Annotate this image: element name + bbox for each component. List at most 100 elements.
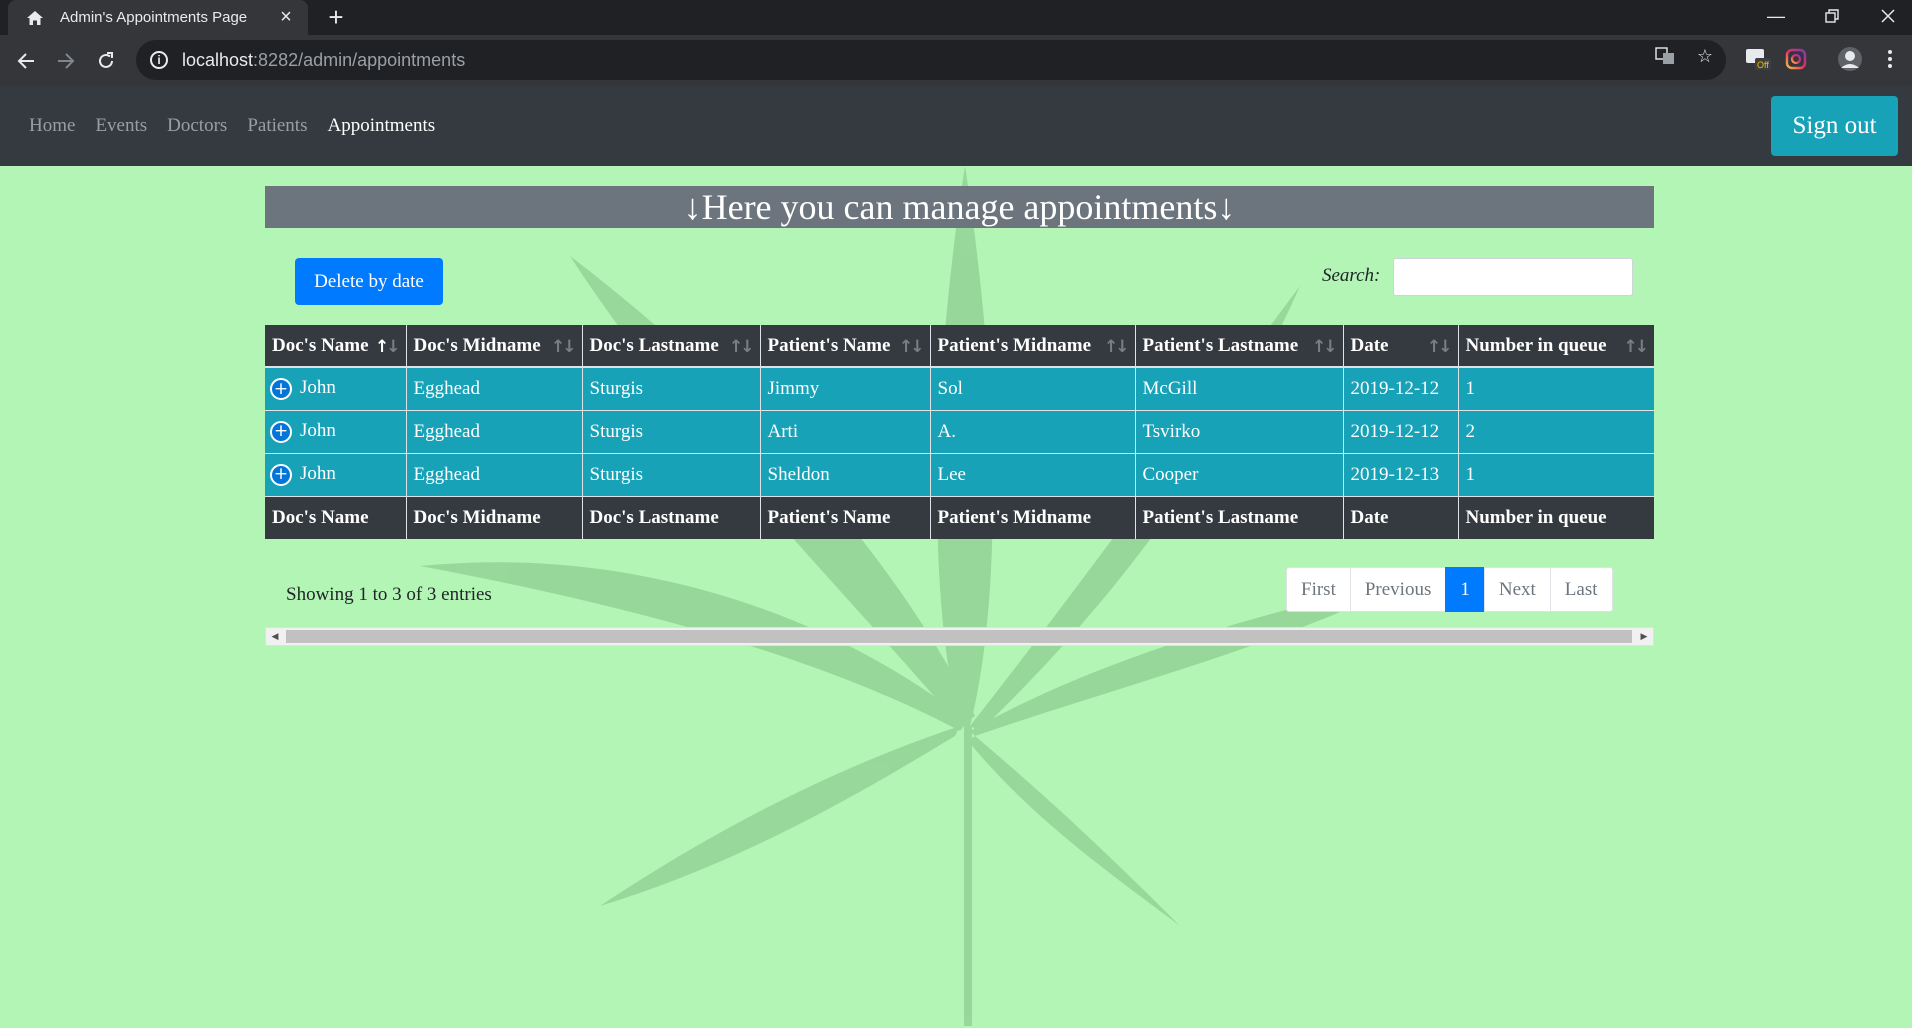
nav-events[interactable]: Events	[95, 115, 147, 137]
cell: 2	[1457, 409, 1654, 453]
pager-page-1[interactable]: 1	[1445, 567, 1485, 612]
column-header[interactable]: Date ↑↓	[1342, 325, 1458, 368]
pager-first[interactable]: First	[1286, 567, 1351, 612]
scroll-right-icon[interactable]: ▶	[1636, 629, 1652, 644]
cell: Sheldon	[759, 452, 930, 496]
cell: John	[300, 377, 336, 399]
footer-header: Date	[1342, 495, 1458, 539]
pager-next[interactable]: Next	[1483, 567, 1551, 612]
cell: Arti	[759, 409, 930, 453]
browser-tab-strip: Admin's Appointments Page × + —	[0, 0, 1912, 35]
column-header[interactable]: Patient's Lastname ↑↓	[1134, 325, 1343, 368]
app-navbar: Home Events Doctors Patients Appointment…	[0, 86, 1912, 166]
url-path: :8282/admin/appointments	[253, 49, 466, 70]
cell: McGill	[1134, 366, 1343, 410]
column-header[interactable]: Patient's Midname ↑↓	[929, 325, 1135, 368]
cell: 2019-12-12	[1342, 366, 1458, 410]
cell: Egghead	[405, 409, 582, 453]
column-header[interactable]: Doc's Name ↑↓	[265, 325, 406, 368]
nav-appointments[interactable]: Appointments	[327, 115, 435, 137]
sort-icon: ↑↓	[1427, 337, 1452, 357]
restore-icon[interactable]	[1804, 0, 1860, 32]
minimize-icon[interactable]: —	[1748, 0, 1804, 32]
profile-avatar-icon[interactable]	[1836, 45, 1864, 73]
entries-info: Showing 1 to 3 of 3 entries	[286, 584, 492, 605]
sort-icon: ↑↓	[899, 337, 924, 357]
nav-patients[interactable]: Patients	[247, 115, 307, 137]
table-row[interactable]: + John Egghead Sturgis Arti A. Tsvirko 20…	[265, 409, 1654, 453]
forward-icon[interactable]	[50, 45, 82, 77]
expand-row-icon[interactable]: +	[270, 420, 292, 443]
table-header-row: Doc's Name ↑↓ Doc's Midname ↑↓ Doc's Lastn…	[265, 325, 1654, 368]
delete-by-date-button[interactable]: Delete by date	[295, 258, 443, 305]
column-header[interactable]: Patient's Name ↑↓	[759, 325, 930, 368]
browser-menu-icon[interactable]	[1876, 45, 1904, 73]
reload-icon[interactable]	[90, 45, 122, 77]
expand-row-icon[interactable]: +	[270, 378, 292, 401]
column-header[interactable]: Doc's Midname ↑↓	[405, 325, 582, 368]
footer-header: Patient's Midname	[929, 495, 1135, 539]
cell: Egghead	[405, 452, 582, 496]
cell: Sol	[929, 366, 1135, 410]
appointments-table: Doc's Name ↑↓ Doc's Midname ↑↓ Doc's Lastn…	[265, 325, 1654, 539]
page-banner: ↓Here you can manage appointments↓	[265, 186, 1654, 228]
bookmark-star-icon[interactable]: ☆	[1692, 43, 1718, 69]
cell: Sturgis	[581, 366, 760, 410]
search-input[interactable]	[1393, 258, 1633, 296]
cell: Sturgis	[581, 409, 760, 453]
cell: 2019-12-12	[1342, 409, 1458, 453]
sort-icon: ↑↓	[551, 337, 576, 357]
cell: 1	[1457, 452, 1654, 496]
browser-tab[interactable]: Admin's Appointments Page ×	[8, 0, 308, 35]
pagination: First Previous 1 Next Last	[1286, 567, 1613, 612]
footer-header: Patient's Lastname	[1134, 495, 1343, 539]
browser-toolbar: i localhost:8282/admin/appointments ☆ Of…	[0, 35, 1912, 86]
pager-previous[interactable]: Previous	[1349, 567, 1447, 612]
nav-home[interactable]: Home	[29, 115, 75, 137]
table-row[interactable]: + John Egghead Sturgis Sheldon Lee Cooper…	[265, 452, 1654, 496]
table-footer-row: Doc's Name Doc's Midname Doc's Lastname …	[265, 495, 1654, 539]
footer-header: Patient's Name	[759, 495, 930, 539]
footer-header: Doc's Midname	[405, 495, 582, 539]
cell: Tsvirko	[1134, 409, 1343, 453]
scroll-left-icon[interactable]: ◀	[267, 629, 283, 644]
nav-links: Home Events Doctors Patients Appointment…	[29, 86, 435, 166]
sort-icon: ↑↓	[1623, 337, 1649, 357]
sign-out-button[interactable]: Sign out	[1771, 96, 1898, 156]
extension-off-icon[interactable]: Off	[1744, 45, 1772, 73]
footer-header: Doc's Name	[265, 495, 406, 539]
footer-header: Number in queue	[1457, 495, 1654, 539]
pager-last[interactable]: Last	[1549, 567, 1613, 612]
horizontal-scrollbar[interactable]: ◀ ▶	[265, 627, 1654, 646]
nav-doctors[interactable]: Doctors	[167, 115, 227, 137]
address-bar[interactable]: i localhost:8282/admin/appointments	[136, 40, 1726, 80]
footer-header: Doc's Lastname	[581, 495, 760, 539]
home-icon	[24, 10, 46, 26]
back-icon[interactable]	[10, 45, 42, 77]
cell: John	[300, 463, 336, 485]
cell: John	[300, 420, 336, 442]
sort-ascending-icon: ↑↓	[375, 337, 400, 357]
column-header[interactable]: Doc's Lastname ↑↓	[581, 325, 760, 368]
column-header[interactable]: Number in queue ↑↓	[1457, 325, 1654, 368]
cell: Sturgis	[581, 452, 760, 496]
table-row[interactable]: + John Egghead Sturgis Jimmy Sol McGill 2…	[265, 366, 1654, 410]
new-tab-icon[interactable]: +	[322, 2, 350, 32]
cell: 1	[1457, 366, 1654, 410]
url-host: localhost	[182, 49, 254, 70]
cell: Egghead	[405, 366, 582, 410]
cell: Lee	[929, 452, 1135, 496]
sort-icon: ↑↓	[1312, 337, 1337, 357]
sort-icon: ↑↓	[1104, 337, 1129, 357]
extension-badge: Off	[1757, 60, 1769, 70]
close-window-icon[interactable]	[1860, 0, 1912, 32]
site-info-icon[interactable]: i	[150, 51, 168, 69]
close-tab-icon[interactable]: ×	[276, 6, 296, 28]
instagram-icon[interactable]	[1782, 45, 1810, 73]
cell: 2019-12-13	[1342, 452, 1458, 496]
expand-row-icon[interactable]: +	[270, 463, 292, 486]
tab-title: Admin's Appointments Page	[60, 9, 248, 26]
scrollbar-thumb[interactable]	[286, 630, 1632, 643]
translate-icon[interactable]	[1652, 43, 1678, 69]
cell: Jimmy	[759, 366, 930, 410]
